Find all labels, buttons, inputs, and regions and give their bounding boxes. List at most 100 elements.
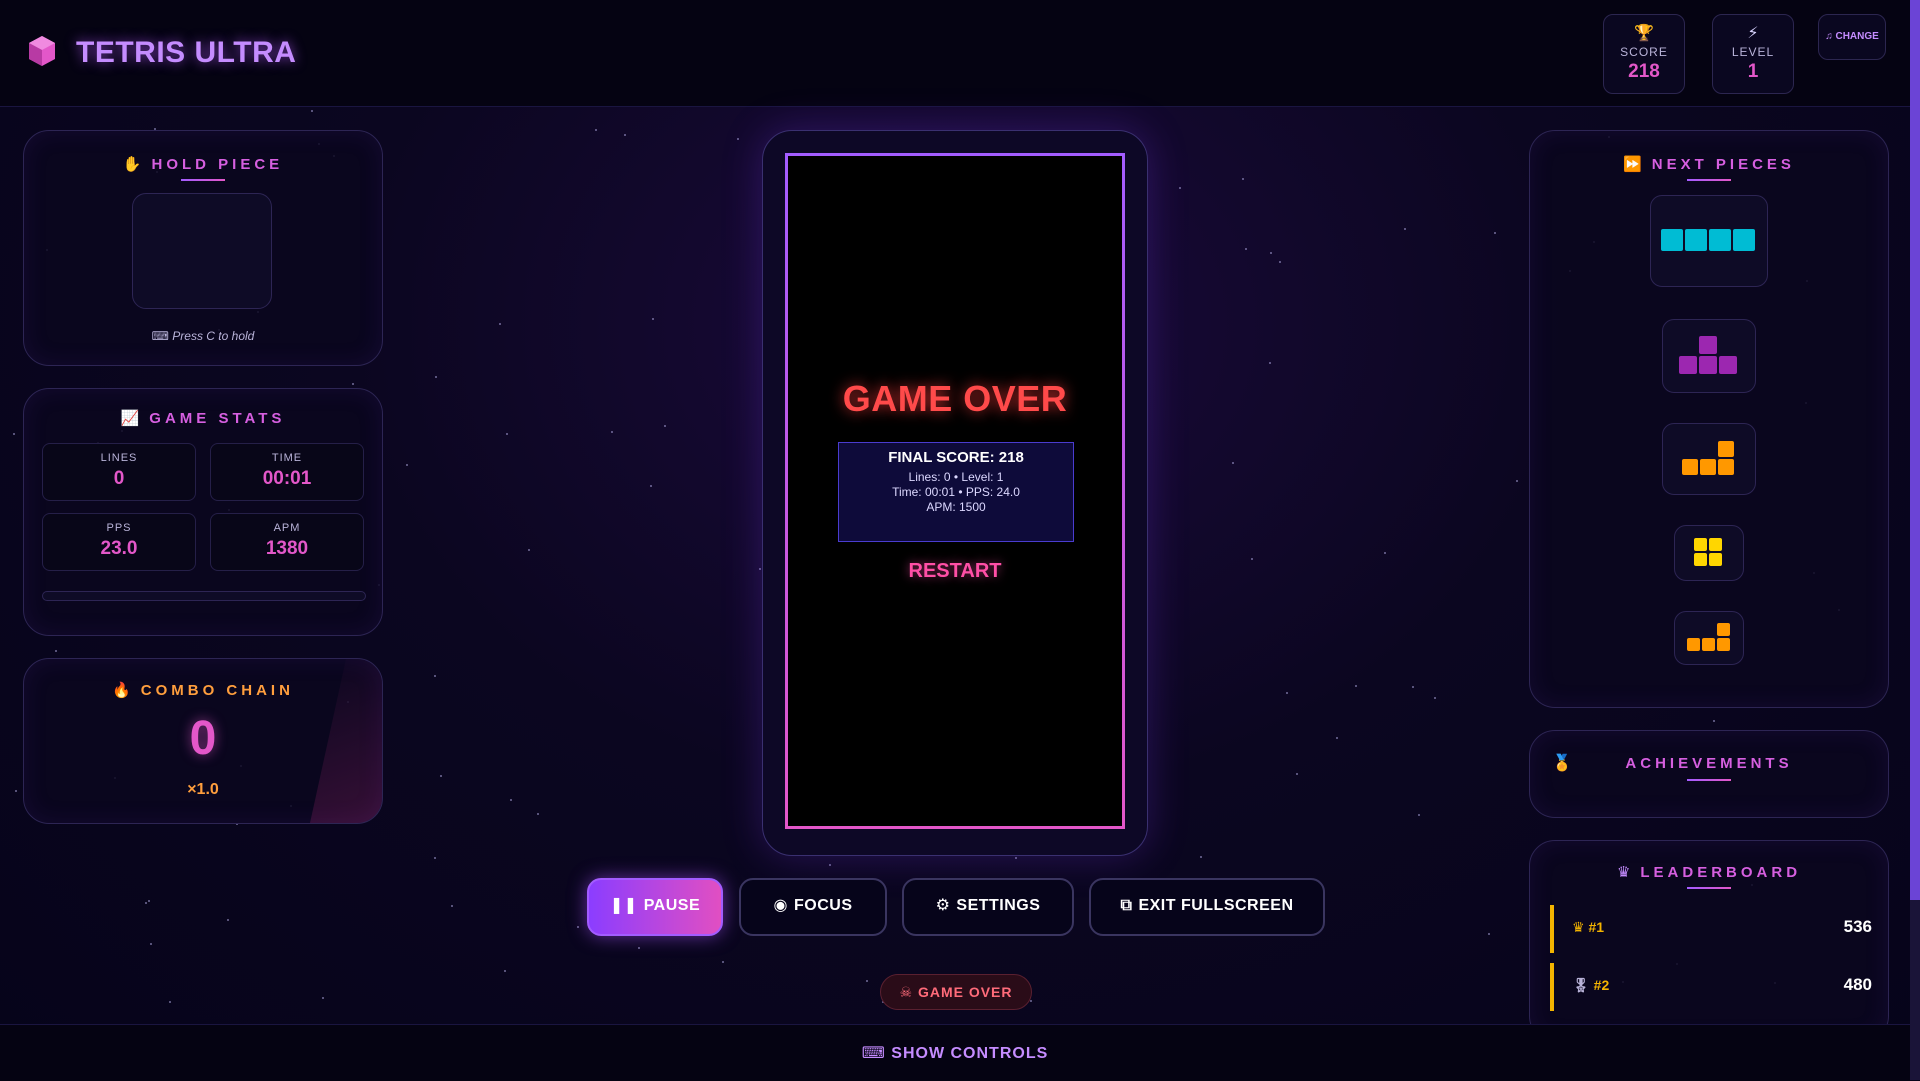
change-music-button[interactable]: ♫ CHANGE: [1818, 14, 1886, 60]
lines-label: LINES: [100, 452, 138, 464]
achievements-panel[interactable]: 🏅 ACHIEVEMENTS: [1529, 730, 1889, 818]
star: [577, 926, 579, 928]
score-1: 536: [1843, 917, 1872, 936]
star: [145, 902, 147, 904]
next-title: ⏩ NEXT PIECES: [1623, 156, 1795, 173]
star: [506, 433, 508, 435]
star: [1355, 685, 1357, 687]
star: [1251, 558, 1253, 560]
leaderboard-row: 🎖 #2 480: [1550, 963, 1886, 1011]
star: [1245, 248, 1247, 250]
keyboard-icon: ⌨: [861, 1045, 892, 1062]
star: [1494, 232, 1496, 234]
level-display: ⚡ LEVEL 1: [1712, 14, 1794, 94]
medal-icon: 🎖: [1572, 977, 1594, 993]
star: [1030, 1000, 1032, 1002]
pps-label: PPS: [106, 522, 132, 534]
score-value: 218: [1628, 61, 1660, 82]
star: [352, 383, 354, 385]
time-label: TIME: [271, 452, 303, 464]
star: [499, 323, 501, 325]
star: [650, 485, 652, 487]
star: [434, 675, 436, 677]
star: [1434, 697, 1436, 699]
star: [664, 425, 666, 427]
stat-apm: APM 1380: [210, 513, 364, 571]
final-score-box: FINAL SCORE: 218 Lines: 0 • Level: 1 Tim…: [838, 442, 1074, 542]
time-value: 00:01: [262, 468, 312, 489]
next-piece-4: [1674, 525, 1744, 581]
lines-value: 0: [113, 468, 125, 489]
title-underline: [181, 179, 225, 181]
show-controls-button[interactable]: ⌨ SHOW CONTROLS: [862, 1043, 1049, 1063]
piece-cell: [1709, 538, 1722, 551]
restart-button[interactable]: RESTART: [788, 560, 1122, 583]
scrollbar[interactable]: [1910, 0, 1920, 1080]
leaderboard-panel: ♛ LEADERBOARD ♛ #1 536 🎖 #2 480: [1529, 840, 1889, 1042]
music-note-icon: ♫: [1825, 31, 1833, 42]
hold-hint: ⌨ Press C to hold: [151, 329, 255, 343]
stat-time: TIME 00:01: [210, 443, 364, 501]
summary-line-2: Time: 00:01 • PPS: 24.0: [892, 485, 1020, 499]
piece-cell: [1716, 623, 1730, 636]
star: [595, 129, 597, 131]
piece-cell: [1718, 459, 1734, 475]
title-underline: [1687, 887, 1731, 889]
piece-cell: [1719, 356, 1737, 374]
star: [15, 790, 17, 792]
star: [169, 1001, 171, 1003]
star: [311, 110, 313, 112]
star: [406, 464, 408, 466]
crown-icon: ♛: [1572, 919, 1589, 935]
star: [759, 568, 761, 570]
leaderboard-row: ♛ #1 536: [1550, 905, 1886, 953]
stat-lines: LINES 0: [42, 443, 196, 501]
title-underline: [1687, 779, 1731, 781]
star: [13, 433, 15, 435]
trophy-icon: 🏆: [1634, 25, 1654, 42]
piece-cell: [1701, 638, 1715, 651]
achievements-title: ACHIEVEMENTS: [1625, 755, 1793, 772]
stat-pps: PPS 23.0: [42, 513, 196, 571]
piece-cell: [1686, 638, 1700, 651]
hold-panel: ✋ HOLD PIECE ⌨ Press C to hold: [23, 130, 383, 366]
combo-title: 🔥 COMBO CHAIN: [112, 682, 294, 699]
star: [829, 864, 831, 866]
chart-icon: 📈: [120, 410, 140, 427]
settings-button[interactable]: ⚙ SETTINGS: [902, 878, 1074, 936]
combo-multiplier: ×1.0: [187, 781, 219, 798]
game-board[interactable]: GAME OVER FINAL SCORE: 218 Lines: 0 • Le…: [785, 153, 1125, 829]
fire-icon: 🔥: [112, 682, 131, 699]
rank-2: 🎖 #2: [1572, 977, 1610, 993]
exit-fullscreen-icon: ⧉: [1120, 897, 1133, 914]
focus-button[interactable]: ◉ FOCUS: [739, 878, 887, 936]
title-underline: [1687, 179, 1731, 181]
star: [1279, 261, 1281, 263]
star: [440, 775, 442, 777]
star: [722, 961, 724, 963]
star: [504, 970, 506, 972]
star: [55, 650, 57, 652]
star: [1286, 692, 1288, 694]
star: [1336, 737, 1338, 739]
board-frame: GAME OVER FINAL SCORE: 218 Lines: 0 • Le…: [762, 130, 1148, 856]
star: [1516, 480, 1518, 482]
score-display: 🏆 SCORE 218: [1603, 14, 1685, 94]
piece-cell: [1709, 229, 1731, 251]
piece-cell: [1699, 336, 1717, 354]
scrollbar-thumb[interactable]: [1910, 0, 1920, 900]
rank-1: ♛ #1: [1572, 919, 1605, 935]
level-progress-bar: [42, 591, 366, 601]
pause-button[interactable]: ❚❚ PAUSE: [587, 878, 723, 936]
fast-forward-icon: ⏩: [1623, 156, 1642, 173]
pps-value: 23.0: [100, 538, 138, 559]
final-score: FINAL SCORE: 218: [888, 449, 1024, 466]
star: [148, 900, 150, 902]
exit-fullscreen-button[interactable]: ⧉ EXIT FULLSCREEN: [1089, 878, 1325, 936]
crown-icon: ♛: [1616, 864, 1631, 881]
next-pieces-panel: ⏩ NEXT PIECES: [1529, 130, 1889, 708]
piece-cell: [1699, 356, 1717, 374]
star: [638, 947, 640, 949]
piece-cell: [1716, 638, 1730, 651]
star: [451, 905, 453, 907]
